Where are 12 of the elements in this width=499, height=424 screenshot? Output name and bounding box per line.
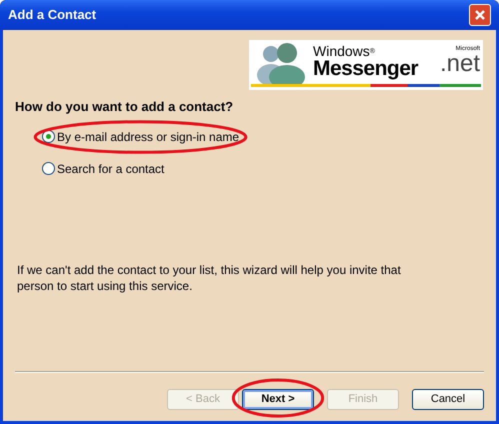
- logo-word: Windows$^{®}$: [313, 44, 376, 58]
- question-heading: How do you want to add a contact?: [15, 98, 234, 116]
- radio-button[interactable]: [42, 162, 55, 175]
- wizard-button[interactable]: Cancel: [412, 388, 484, 410]
- dotnet-label: .net: [440, 52, 480, 76]
- close-icon: [474, 9, 486, 21]
- info-text: If we can't add the contact to your list, this wizard will help you invite that person to start using this service.: [17, 262, 402, 294]
- wizard-button[interactable]: Next >: [242, 388, 314, 410]
- window-title: Add a Contact: [8, 6, 96, 24]
- close-button[interactable]: [469, 4, 491, 26]
- logo-word: Messenger: [313, 58, 418, 79]
- radio-option[interactable]: Search for a contact: [42, 160, 164, 178]
